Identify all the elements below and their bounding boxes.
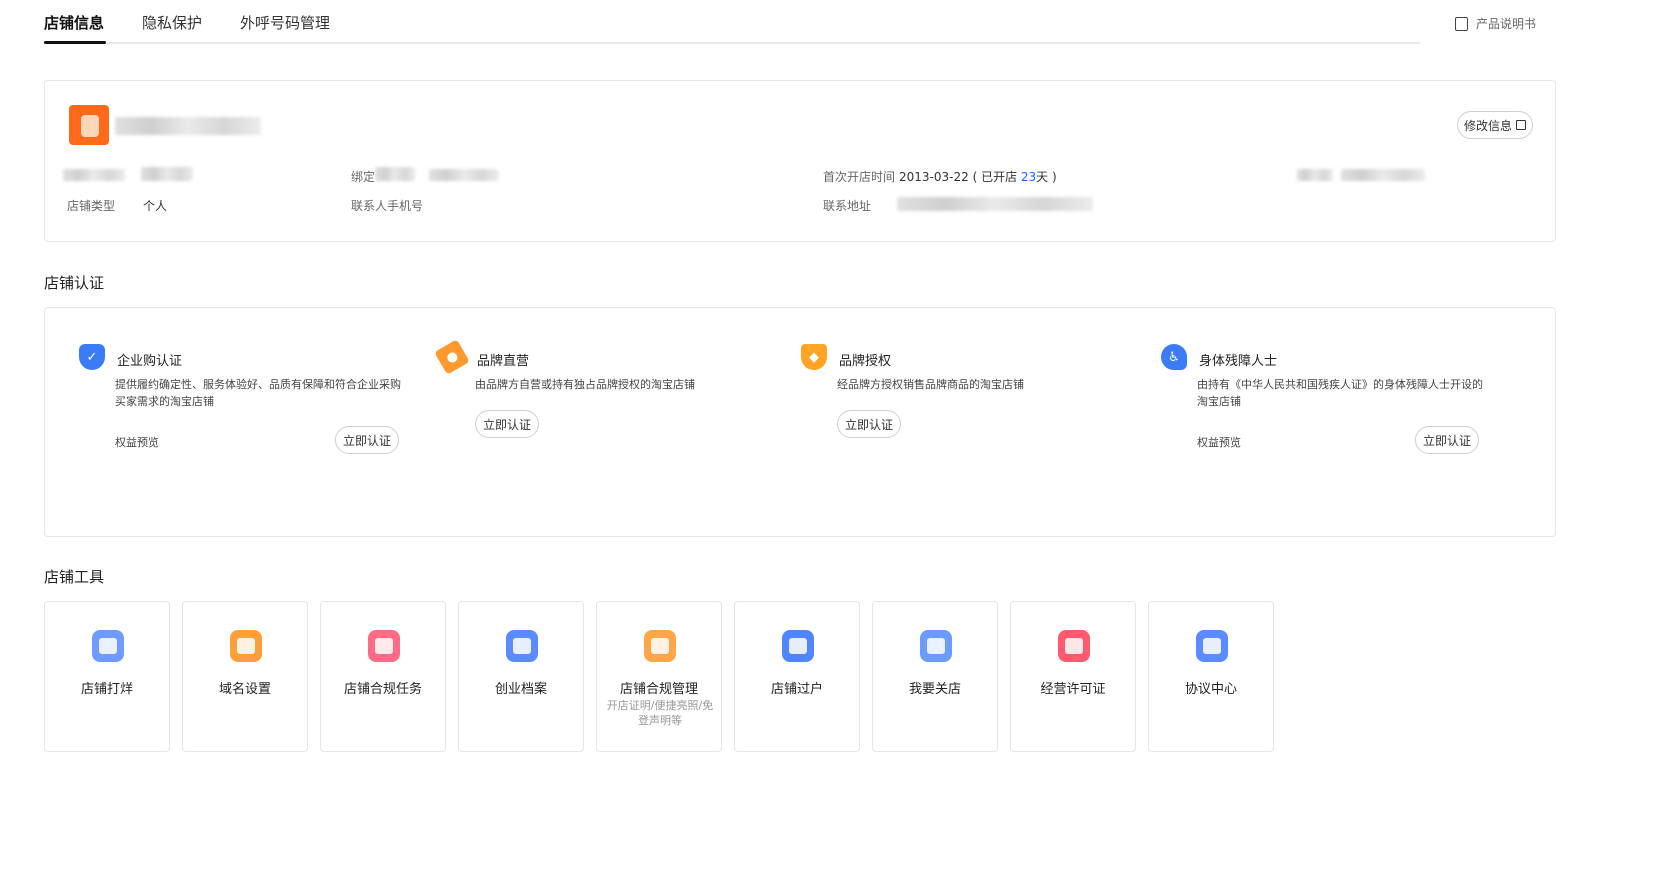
certify-button[interactable]: 立即认证	[475, 410, 539, 438]
manual-label: 产品说明书	[1476, 17, 1537, 31]
shield-check-icon: ✓	[79, 344, 105, 370]
tool-label: 店铺打烊	[80, 682, 133, 697]
open-prefix: ( 已开店	[972, 170, 1021, 184]
compliance-doc-icon	[644, 630, 676, 662]
active-tab-indicator	[44, 41, 106, 44]
cert-desc: 由品牌方自营或持有独占品牌授权的淘宝店铺	[475, 378, 695, 391]
accessibility-heart-icon: ♿	[1161, 344, 1187, 370]
tool-domain-settings[interactable]: 域名设置	[182, 601, 308, 752]
redacted-bind-label-rest	[375, 167, 415, 181]
redacted-label-4	[1297, 169, 1333, 181]
compliance-shield-icon	[368, 630, 400, 662]
first-open-label: 首次开店时间	[823, 170, 896, 184]
open-suffix: 天 )	[1036, 170, 1057, 184]
tool-label: 店铺合规管理	[619, 682, 698, 697]
external-link-icon	[1516, 120, 1526, 130]
archive-icon	[506, 630, 538, 662]
license-folder-icon	[1058, 630, 1090, 662]
agreement-icon	[1196, 630, 1228, 662]
shop-name-redacted	[115, 117, 261, 135]
tab-shop-info[interactable]: 店铺信息	[44, 12, 104, 33]
shop-info-card: 修改信息 绑定 首次开店时间 2013-03-22 ( 已开店 23天 ) 店铺…	[44, 80, 1556, 242]
tool-business-license[interactable]: 经营许可证	[1010, 601, 1136, 752]
tool-shop-close[interactable]: 店铺打烊	[44, 601, 170, 752]
tool-label: 协议中心	[1184, 682, 1237, 697]
tab-outbound-numbers[interactable]: 外呼号码管理	[240, 12, 330, 33]
redacted-bind-value	[429, 169, 499, 181]
tool-label: 店铺合规任务	[343, 682, 422, 697]
bind-label: 绑定	[351, 170, 376, 184]
contact-phone-label: 联系人手机号	[351, 199, 424, 213]
tool-business-archive[interactable]: 创业档案	[458, 601, 584, 752]
tool-compliance-management[interactable]: 店铺合规管理 开店证明/便捷亮照/免登声明等	[596, 601, 722, 752]
cert-name: 企业购认证	[117, 354, 183, 369]
tool-close-shop[interactable]: 我要关店	[872, 601, 998, 752]
shop-type-value: 个人	[143, 199, 168, 213]
domain-icon	[230, 630, 262, 662]
cert-name: 品牌授权	[839, 354, 892, 369]
book-icon	[1455, 16, 1468, 31]
tabs-divider	[44, 42, 1420, 44]
redacted-value-1	[141, 167, 193, 181]
cert-desc: 提供履约确定性、服务体验好、品质有保障和符合企业采购买家需求的淘宝店铺	[115, 378, 401, 408]
cert-desc: 由持有《中华人民共和国残疾人证》的身体残障人士开设的淘宝店铺	[1197, 378, 1483, 408]
certify-button[interactable]: 立即认证	[335, 426, 399, 454]
tool-sublabel: 开店证明/便捷亮照/免登声明等	[606, 699, 714, 727]
certification-card: ✓ 企业购认证 提供履约确定性、服务体验好、品质有保障和符合企业采购买家需求的淘…	[44, 307, 1556, 537]
cert-desc: 经品牌方授权销售品牌商品的淘宝店铺	[837, 378, 1024, 391]
certify-button[interactable]: 立即认证	[837, 410, 901, 438]
tool-label: 创业档案	[494, 682, 547, 697]
tool-compliance-tasks[interactable]: 店铺合规任务	[320, 601, 446, 752]
first-open-value: 2013-03-22 ( 已开店 23天 )	[899, 168, 1057, 185]
redacted-label-1	[63, 169, 125, 181]
cert-name: 品牌直营	[477, 354, 530, 369]
edit-info-button[interactable]: 修改信息	[1457, 111, 1533, 139]
address-label: 联系地址	[823, 199, 872, 213]
transfer-icon	[782, 630, 814, 662]
redacted-address	[897, 197, 1093, 211]
redacted-value-4	[1341, 169, 1425, 181]
tool-label: 店铺过户	[770, 682, 823, 697]
tool-agreement-center[interactable]: 协议中心	[1148, 601, 1274, 752]
cert-name: 身体残障人士	[1199, 354, 1278, 369]
shop-close-icon	[92, 630, 124, 662]
benefit-preview-link[interactable]: 权益预览	[1197, 434, 1241, 450]
open-days: 23	[1020, 170, 1037, 184]
shop-type-label: 店铺类型	[67, 199, 116, 213]
tool-shop-transfer[interactable]: 店铺过户	[734, 601, 860, 752]
manual-link[interactable]: 产品说明书	[1455, 15, 1536, 32]
edit-info-label: 修改信息	[1463, 118, 1512, 133]
shop-logo	[69, 105, 109, 145]
certify-button[interactable]: 立即认证	[1415, 426, 1479, 454]
diamond-icon: ◆	[801, 344, 827, 370]
tag-icon: ●	[434, 339, 470, 375]
first-open-date: 2013-03-22	[899, 170, 969, 184]
tools-title: 店铺工具	[44, 568, 105, 586]
tool-label: 我要关店	[908, 682, 961, 697]
tool-label: 经营许可证	[1040, 682, 1106, 697]
benefit-preview-link[interactable]: 权益预览	[115, 434, 159, 450]
tool-label: 域名设置	[218, 682, 271, 697]
tab-privacy[interactable]: 隐私保护	[142, 12, 202, 33]
card-icon	[920, 630, 952, 662]
certification-title: 店铺认证	[44, 274, 105, 292]
